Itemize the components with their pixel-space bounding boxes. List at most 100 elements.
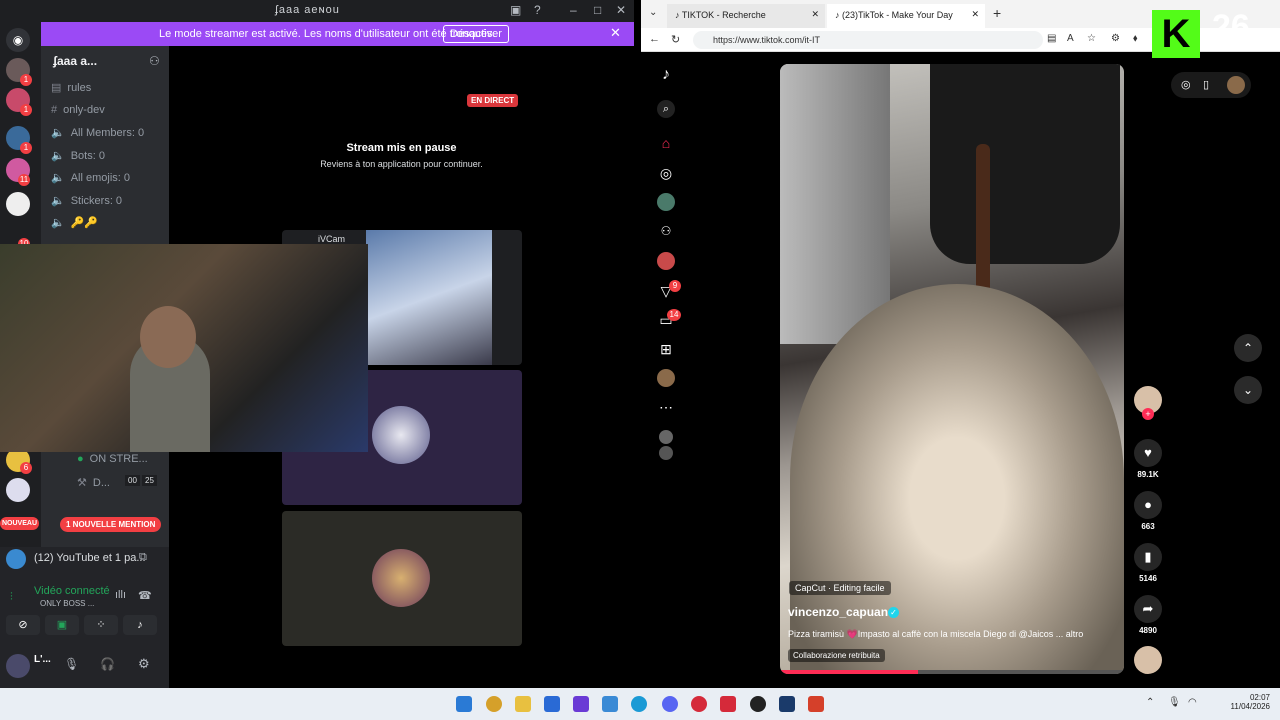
sound-disc[interactable] [1134,646,1162,674]
channel-item[interactable]: 🔈 🔑🔑 [51,216,98,229]
explore-icon[interactable]: ◎ [657,164,675,182]
tab-close-icon[interactable]: ✕ [971,9,979,20]
avatar[interactable] [659,446,673,460]
help-icon[interactable]: ? [534,3,541,17]
live-avatar-icon[interactable] [657,193,675,211]
server-name[interactable]: ʄaaa a... [53,54,97,68]
avatar[interactable] [657,252,675,270]
file-explorer-icon[interactable] [515,696,531,712]
avatar[interactable] [1227,76,1245,94]
discord-icon[interactable] [662,696,678,712]
creator-avatar[interactable]: + [1134,386,1162,420]
avatar[interactable] [659,430,673,444]
clock[interactable]: 02:07 11/04/2026 [1210,693,1270,711]
share-action[interactable]: ➦ 4890 [1134,595,1162,635]
profile-avatar[interactable] [657,369,675,387]
follow-plus-icon[interactable]: + [1142,408,1154,420]
video-progress-bar[interactable] [780,670,1124,674]
app-icon[interactable] [720,696,736,712]
start-icon[interactable] [456,696,472,712]
new-tab-icon[interactable]: + [993,5,1001,21]
heart-icon[interactable]: ♥ [1134,439,1162,467]
banner-close-icon[interactable]: ✕ [610,25,621,41]
popout-icon[interactable]: ⧉ [139,551,147,564]
reader-icon[interactable]: ▤ [1047,33,1056,44]
channel-item[interactable]: 🔈 All emojis: 0 [51,171,130,184]
channel-item[interactable]: 🔈 Bots: 0 [51,149,105,162]
tray-chevron-icon[interactable]: ⌃ [1146,697,1154,708]
inbox-icon[interactable]: ▣ [510,3,521,17]
channel-item[interactable]: ● ON STRE... [77,453,148,465]
activities-button[interactable]: ⁘ [84,615,118,635]
edge-icon[interactable] [631,696,647,712]
url-field[interactable]: https://www.tiktok.com/it-IT [693,31,1043,49]
search-icon[interactable]: ⌕ [657,100,675,118]
capcut-tag[interactable]: CapCut · Editing facile [789,581,891,595]
more-icon[interactable]: ⋯ [657,398,675,416]
app-icon[interactable] [602,696,618,712]
home-icon[interactable]: ⌂ [657,134,675,152]
settings-gear-icon[interactable]: ⚙ [138,656,150,672]
new-mention-pill[interactable]: 1 NOUVELLE MENTION [60,517,162,532]
maximize-icon[interactable]: □ [594,3,601,17]
video-tile[interactable] [282,511,522,646]
tiktok-icon[interactable] [750,696,766,712]
avatar[interactable] [6,654,30,678]
tab-close-icon[interactable]: ✕ [811,9,819,20]
following-icon[interactable]: ⚇ [657,222,675,240]
camera-off-button[interactable]: ⊘ [6,615,40,635]
noise-icon[interactable]: ıllı [115,589,126,601]
close-icon[interactable]: ✕ [616,3,626,17]
extension-icon[interactable]: ⬧ [1133,33,1138,44]
like-action[interactable]: ♥ 89.1K [1134,439,1162,479]
compass-icon[interactable]: ◎ [1181,78,1191,91]
app-icon[interactable] [808,696,824,712]
store-icon[interactable] [544,696,560,712]
channel-item[interactable]: 🔈 All Members: 0 [51,126,144,139]
tab-list-icon[interactable]: ⌄ [649,7,657,18]
bookmark-icon[interactable]: ▮ [1134,543,1162,571]
share-icon[interactable]: ➦ [1134,595,1162,623]
next-video-button[interactable]: ⌄ [1234,376,1262,404]
microphone-icon[interactable]: 🎙 [1168,697,1181,708]
channel-item[interactable]: ⚒ D... [77,476,110,489]
tiktok-logo-icon[interactable]: ♪ [657,66,675,84]
comment-icon[interactable]: ● [1134,491,1162,519]
comment-action[interactable]: ● 663 [1134,491,1162,531]
channel-item[interactable]: ▤ rules [51,81,91,94]
server-icon[interactable] [6,192,30,216]
tab-tiktok-feed[interactable]: ♪ (23)TikTok - Make Your Day ✕ [827,4,985,28]
steam-icon[interactable] [779,696,795,712]
channel-item[interactable]: 🔈 Stickers: 0 [51,194,122,207]
music-disc-icon[interactable] [1134,646,1162,674]
save-action[interactable]: ▮ 5146 [1134,543,1162,583]
video-player[interactable]: CapCut · Editing facile vincenzo_capuano… [780,64,1124,674]
signal-icon[interactable]: ⫶ [10,591,13,604]
phone-icon[interactable]: ▯ [1203,78,1209,91]
upload-icon[interactable]: ⊞ [657,340,675,358]
tab-tiktok-search[interactable]: ♪ TIKTOK - Recherche ✕ [667,4,825,28]
reload-icon[interactable]: ↻ [671,33,680,46]
channel-item[interactable]: # only-dev [51,104,105,116]
disconnect-icon[interactable]: ☎ [138,589,152,602]
previous-video-button[interactable]: ⌃ [1234,334,1262,362]
favorite-star-icon[interactable]: ☆ [1087,33,1096,44]
extension-icon[interactable]: ⚙ [1111,33,1120,44]
server-icon[interactable] [6,478,30,502]
soundboard-button[interactable]: ♪ [123,615,157,635]
copilot-icon[interactable] [486,696,502,712]
wifi-icon[interactable]: ◠ [1188,697,1197,708]
video-author[interactable]: vincenzo_capuano [788,605,895,619]
disable-streamer-button[interactable]: Désactiver [443,25,509,43]
now-playing[interactable]: (12) YouTube et 1 pa... [34,552,146,564]
translate-icon[interactable]: A [1067,33,1074,44]
username[interactable]: L'... [34,654,51,665]
obs-icon[interactable] [573,696,589,712]
voice-channel[interactable]: ONLY BOSS ... [40,599,94,608]
app-icon[interactable] [691,696,707,712]
add-member-icon[interactable]: ⚇ [149,54,160,68]
discord-home-icon[interactable]: ◉ [6,28,30,52]
microphone-icon[interactable]: 🎙 [64,657,79,671]
headphones-icon[interactable]: 🎧 [100,657,115,671]
back-icon[interactable]: ← [649,33,660,45]
